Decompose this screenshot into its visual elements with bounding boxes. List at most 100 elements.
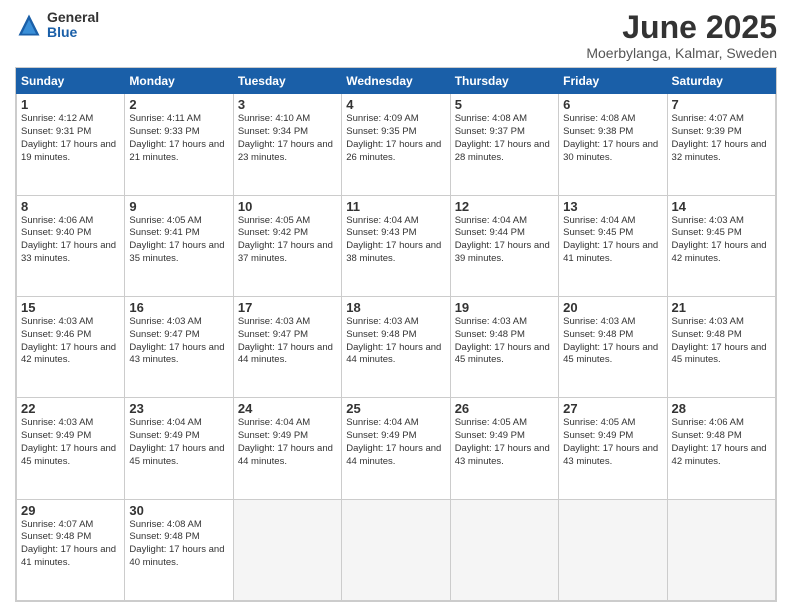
day-number: 8: [21, 199, 120, 214]
day-header-sunday: Sunday: [17, 69, 125, 94]
week-row-1: 1Sunrise: 4:12 AM Sunset: 9:31 PM Daylig…: [17, 94, 776, 195]
day-number: 26: [455, 401, 554, 416]
day-number: 14: [672, 199, 771, 214]
day-info: Sunrise: 4:03 AM Sunset: 9:48 PM Dayligh…: [346, 316, 445, 367]
day-number: 22: [21, 401, 120, 416]
calendar-cell: 25Sunrise: 4:04 AM Sunset: 9:49 PM Dayli…: [342, 398, 450, 499]
logo-text: General Blue: [47, 10, 99, 41]
day-header-tuesday: Tuesday: [233, 69, 341, 94]
day-number: 10: [238, 199, 337, 214]
calendar-header: SundayMondayTuesdayWednesdayThursdayFrid…: [17, 69, 776, 94]
day-info: Sunrise: 4:11 AM Sunset: 9:33 PM Dayligh…: [129, 113, 228, 164]
calendar-cell: 23Sunrise: 4:04 AM Sunset: 9:49 PM Dayli…: [125, 398, 233, 499]
calendar-cell: 12Sunrise: 4:04 AM Sunset: 9:44 PM Dayli…: [450, 195, 558, 296]
day-info: Sunrise: 4:03 AM Sunset: 9:48 PM Dayligh…: [563, 316, 662, 367]
day-info: Sunrise: 4:04 AM Sunset: 9:45 PM Dayligh…: [563, 215, 662, 266]
calendar-cell: 8Sunrise: 4:06 AM Sunset: 9:40 PM Daylig…: [17, 195, 125, 296]
day-info: Sunrise: 4:03 AM Sunset: 9:48 PM Dayligh…: [455, 316, 554, 367]
day-info: Sunrise: 4:08 AM Sunset: 9:38 PM Dayligh…: [563, 113, 662, 164]
day-info: Sunrise: 4:12 AM Sunset: 9:31 PM Dayligh…: [21, 113, 120, 164]
day-info: Sunrise: 4:08 AM Sunset: 9:37 PM Dayligh…: [455, 113, 554, 164]
logo: General Blue: [15, 10, 99, 41]
day-number: 25: [346, 401, 445, 416]
day-info: Sunrise: 4:07 AM Sunset: 9:39 PM Dayligh…: [672, 113, 771, 164]
day-info: Sunrise: 4:03 AM Sunset: 9:47 PM Dayligh…: [238, 316, 337, 367]
day-header-thursday: Thursday: [450, 69, 558, 94]
calendar-cell: 18Sunrise: 4:03 AM Sunset: 9:48 PM Dayli…: [342, 296, 450, 397]
day-info: Sunrise: 4:04 AM Sunset: 9:44 PM Dayligh…: [455, 215, 554, 266]
day-header-monday: Monday: [125, 69, 233, 94]
day-number: 1: [21, 97, 120, 112]
day-info: Sunrise: 4:03 AM Sunset: 9:48 PM Dayligh…: [672, 316, 771, 367]
calendar-cell: 24Sunrise: 4:04 AM Sunset: 9:49 PM Dayli…: [233, 398, 341, 499]
day-number: 17: [238, 300, 337, 315]
day-info: Sunrise: 4:04 AM Sunset: 9:49 PM Dayligh…: [129, 417, 228, 468]
calendar-cell: [342, 499, 450, 600]
calendar-cell: [233, 499, 341, 600]
day-number: 3: [238, 97, 337, 112]
day-number: 23: [129, 401, 228, 416]
day-number: 29: [21, 503, 120, 518]
calendar-cell: [450, 499, 558, 600]
calendar-cell: [559, 499, 667, 600]
calendar-cell: 28Sunrise: 4:06 AM Sunset: 9:48 PM Dayli…: [667, 398, 775, 499]
calendar-cell: 29Sunrise: 4:07 AM Sunset: 9:48 PM Dayli…: [17, 499, 125, 600]
calendar-cell: 27Sunrise: 4:05 AM Sunset: 9:49 PM Dayli…: [559, 398, 667, 499]
day-number: 4: [346, 97, 445, 112]
day-info: Sunrise: 4:04 AM Sunset: 9:49 PM Dayligh…: [238, 417, 337, 468]
calendar-cell: 2Sunrise: 4:11 AM Sunset: 9:33 PM Daylig…: [125, 94, 233, 195]
day-number: 30: [129, 503, 228, 518]
day-header-friday: Friday: [559, 69, 667, 94]
day-number: 27: [563, 401, 662, 416]
calendar-cell: 16Sunrise: 4:03 AM Sunset: 9:47 PM Dayli…: [125, 296, 233, 397]
page: General Blue June 2025 Moerbylanga, Kalm…: [0, 0, 792, 612]
day-info: Sunrise: 4:03 AM Sunset: 9:49 PM Dayligh…: [21, 417, 120, 468]
day-number: 20: [563, 300, 662, 315]
day-info: Sunrise: 4:05 AM Sunset: 9:41 PM Dayligh…: [129, 215, 228, 266]
calendar-table: SundayMondayTuesdayWednesdayThursdayFrid…: [16, 68, 776, 601]
calendar-cell: 26Sunrise: 4:05 AM Sunset: 9:49 PM Dayli…: [450, 398, 558, 499]
day-info: Sunrise: 4:05 AM Sunset: 9:49 PM Dayligh…: [455, 417, 554, 468]
calendar-cell: 7Sunrise: 4:07 AM Sunset: 9:39 PM Daylig…: [667, 94, 775, 195]
day-info: Sunrise: 4:04 AM Sunset: 9:43 PM Dayligh…: [346, 215, 445, 266]
week-row-3: 15Sunrise: 4:03 AM Sunset: 9:46 PM Dayli…: [17, 296, 776, 397]
calendar-cell: 13Sunrise: 4:04 AM Sunset: 9:45 PM Dayli…: [559, 195, 667, 296]
calendar-cell: 3Sunrise: 4:10 AM Sunset: 9:34 PM Daylig…: [233, 94, 341, 195]
day-info: Sunrise: 4:10 AM Sunset: 9:34 PM Dayligh…: [238, 113, 337, 164]
logo-general-text: General: [47, 10, 99, 25]
day-number: 9: [129, 199, 228, 214]
day-number: 16: [129, 300, 228, 315]
day-number: 2: [129, 97, 228, 112]
month-title: June 2025: [586, 10, 777, 45]
day-number: 7: [672, 97, 771, 112]
day-info: Sunrise: 4:03 AM Sunset: 9:45 PM Dayligh…: [672, 215, 771, 266]
day-info: Sunrise: 4:04 AM Sunset: 9:49 PM Dayligh…: [346, 417, 445, 468]
calendar-cell: 11Sunrise: 4:04 AM Sunset: 9:43 PM Dayli…: [342, 195, 450, 296]
calendar-cell: 4Sunrise: 4:09 AM Sunset: 9:35 PM Daylig…: [342, 94, 450, 195]
day-number: 11: [346, 199, 445, 214]
calendar-cell: 1Sunrise: 4:12 AM Sunset: 9:31 PM Daylig…: [17, 94, 125, 195]
day-info: Sunrise: 4:08 AM Sunset: 9:48 PM Dayligh…: [129, 519, 228, 570]
day-info: Sunrise: 4:07 AM Sunset: 9:48 PM Dayligh…: [21, 519, 120, 570]
calendar-body: 1Sunrise: 4:12 AM Sunset: 9:31 PM Daylig…: [17, 94, 776, 601]
calendar-cell: 17Sunrise: 4:03 AM Sunset: 9:47 PM Dayli…: [233, 296, 341, 397]
day-info: Sunrise: 4:05 AM Sunset: 9:49 PM Dayligh…: [563, 417, 662, 468]
day-info: Sunrise: 4:06 AM Sunset: 9:40 PM Dayligh…: [21, 215, 120, 266]
header: General Blue June 2025 Moerbylanga, Kalm…: [15, 10, 777, 61]
day-number: 6: [563, 97, 662, 112]
calendar-cell: 15Sunrise: 4:03 AM Sunset: 9:46 PM Dayli…: [17, 296, 125, 397]
day-number: 19: [455, 300, 554, 315]
day-info: Sunrise: 4:03 AM Sunset: 9:47 PM Dayligh…: [129, 316, 228, 367]
day-number: 18: [346, 300, 445, 315]
day-header-saturday: Saturday: [667, 69, 775, 94]
day-info: Sunrise: 4:03 AM Sunset: 9:46 PM Dayligh…: [21, 316, 120, 367]
calendar-cell: 30Sunrise: 4:08 AM Sunset: 9:48 PM Dayli…: [125, 499, 233, 600]
calendar-cell: 10Sunrise: 4:05 AM Sunset: 9:42 PM Dayli…: [233, 195, 341, 296]
day-number: 5: [455, 97, 554, 112]
days-row: SundayMondayTuesdayWednesdayThursdayFrid…: [17, 69, 776, 94]
day-number: 24: [238, 401, 337, 416]
calendar-cell: 21Sunrise: 4:03 AM Sunset: 9:48 PM Dayli…: [667, 296, 775, 397]
calendar-cell: 22Sunrise: 4:03 AM Sunset: 9:49 PM Dayli…: [17, 398, 125, 499]
day-number: 28: [672, 401, 771, 416]
week-row-2: 8Sunrise: 4:06 AM Sunset: 9:40 PM Daylig…: [17, 195, 776, 296]
